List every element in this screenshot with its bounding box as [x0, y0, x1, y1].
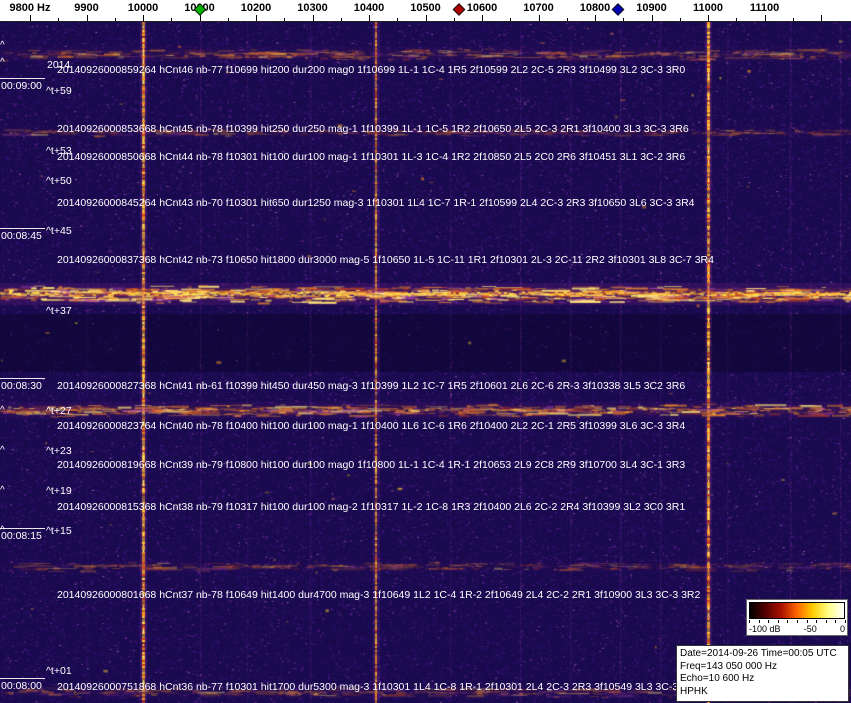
- freq-tick: [30, 15, 31, 21]
- freq-tick-label: 10900: [636, 2, 667, 14]
- freq-tick: [566, 18, 568, 21]
- info-date-time: Date=2014-09-26 Time=00:05 UTC: [680, 648, 837, 659]
- freq-tick: [651, 15, 653, 21]
- colorbar-ticks: [749, 620, 846, 624]
- freq-tick-label: 9900: [74, 2, 99, 14]
- frequency-axis: 9800 Hz990010000101001020010300104001050…: [0, 0, 851, 22]
- freq-tick: [143, 15, 144, 21]
- colorbar-gradient: [749, 602, 845, 619]
- freq-tick: [708, 15, 709, 21]
- freq-tick-label: 10200: [240, 2, 272, 14]
- colorbar-label-min: -100 dB: [749, 624, 781, 634]
- colorbar-tick: [825, 620, 827, 623]
- colorbar-tick: [816, 620, 818, 623]
- freq-tick-label: 11000: [693, 2, 723, 14]
- meteor-spectrogram-window: 9800 Hz990010000101001020010300104001050…: [0, 0, 851, 703]
- freq-tick-label: 9800 Hz: [9, 2, 51, 14]
- freq-tick: [171, 18, 173, 21]
- freq-tick: [482, 15, 483, 21]
- freq-tick-label: 10600: [466, 2, 498, 14]
- freq-tick-label: 10800: [579, 2, 611, 14]
- db-colorbar: -100 dB -50 0: [746, 599, 848, 636]
- freq-tick: [312, 15, 314, 21]
- freq-tick: [595, 15, 596, 21]
- freq-tick-label: 10400: [353, 2, 385, 14]
- red-freq-marker-diamond-icon[interactable]: [453, 3, 466, 16]
- colorbar-tick: [777, 620, 779, 623]
- freq-tick-label: 10500: [410, 2, 441, 14]
- freq-tick: [284, 18, 286, 21]
- freq-tick: [58, 18, 60, 21]
- freq-tick-label: 10300: [297, 2, 328, 14]
- freq-tick: [369, 15, 370, 21]
- colorbar-tick: [749, 620, 750, 623]
- freq-tick: [340, 18, 342, 21]
- freq-tick: [538, 15, 540, 21]
- freq-tick: [736, 18, 738, 21]
- freq-tick: [425, 15, 427, 21]
- freq-tick: [453, 18, 455, 21]
- freq-tick-label: 10700: [523, 2, 554, 14]
- freq-tick-label: 11100: [749, 2, 780, 14]
- freq-tick: [623, 18, 625, 21]
- colorbar-tick: [768, 620, 770, 623]
- status-info-box: Date=2014-09-26 Time=00:05 UTC Freq=143 …: [676, 645, 849, 702]
- freq-tick: [256, 15, 257, 21]
- colorbar-tick: [787, 620, 789, 623]
- colorbar-tick: [758, 620, 760, 623]
- colorbar-label-mid: -50: [803, 624, 817, 634]
- spectrogram-canvas[interactable]: [0, 22, 851, 703]
- freq-tick-label: 10000: [127, 2, 159, 14]
- colorbar-tick: [845, 620, 846, 623]
- freq-tick: [764, 15, 766, 21]
- blue-freq-marker-diamond-icon[interactable]: [611, 3, 624, 16]
- colorbar-labels: -100 dB -50 0: [749, 624, 845, 634]
- freq-tick: [86, 15, 88, 21]
- freq-tick: [227, 18, 229, 21]
- colorbar-tick: [797, 620, 798, 623]
- freq-tick: [792, 18, 794, 21]
- freq-tick: [114, 18, 116, 21]
- colorbar-tick: [806, 620, 808, 623]
- info-echo-frequency: Echo=10 600 Hz: [680, 673, 755, 684]
- info-station-code: HPHK: [680, 685, 708, 697]
- freq-tick: [821, 15, 822, 21]
- info-frequency: Freq=143 050 000 Hz: [680, 660, 778, 672]
- freq-tick: [397, 18, 399, 21]
- freq-tick: [679, 18, 681, 21]
- colorbar-label-max: 0: [839, 624, 845, 634]
- colorbar-tick: [835, 620, 837, 623]
- freq-tick: [510, 18, 512, 21]
